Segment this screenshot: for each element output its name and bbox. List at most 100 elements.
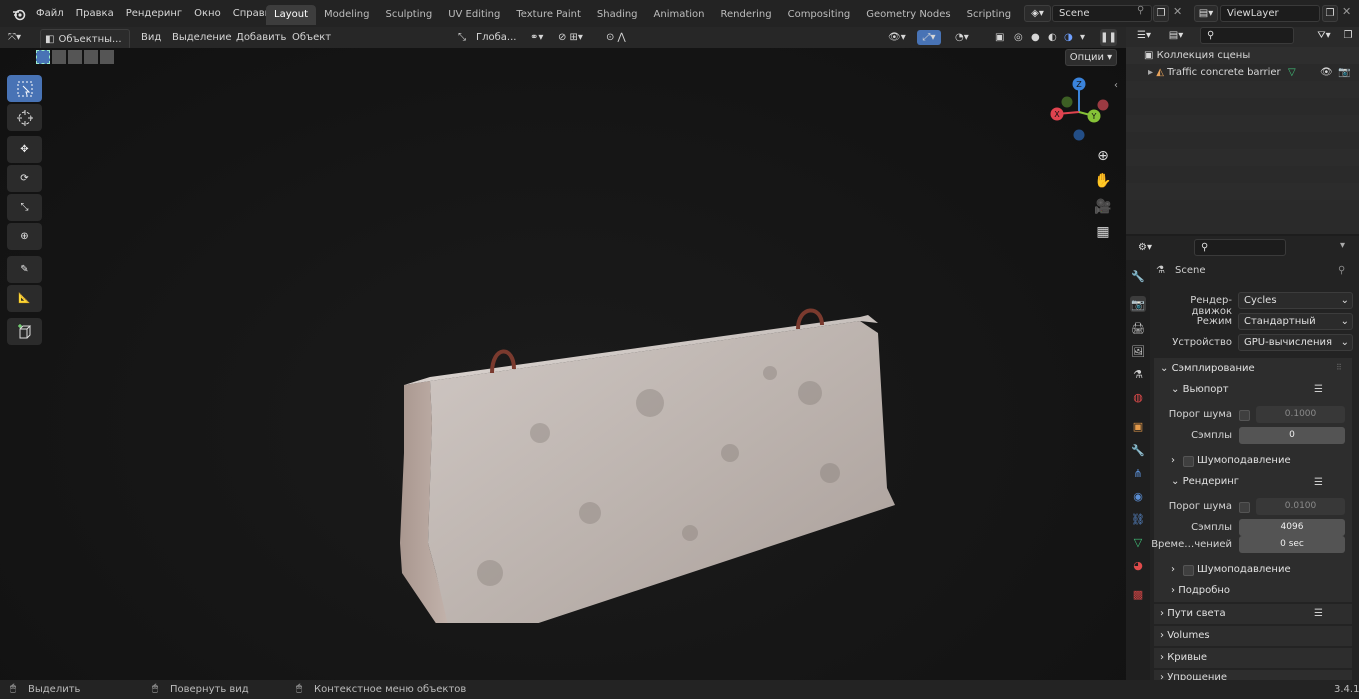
shading-material-icon[interactable]: ◐ (1048, 27, 1057, 48)
material-tab-icon[interactable]: ◕ (1130, 557, 1146, 573)
select-intersect-icon[interactable] (100, 50, 114, 64)
outliner-row-collection[interactable]: ▣ Коллекция сцены (1126, 47, 1359, 64)
list-icon[interactable]: ☰ (1314, 384, 1323, 395)
render-engine-dropdown[interactable]: Cycles ⌄ (1238, 292, 1353, 309)
pause-render-icon[interactable]: ❚❚ (1100, 29, 1117, 46)
select-new-icon[interactable] (36, 50, 50, 64)
blender-logo-icon[interactable] (8, 3, 30, 25)
expand-arrow-icon[interactable]: ▸ (1148, 67, 1153, 78)
transform-orientation-dropdown[interactable]: Глоба... (476, 27, 516, 48)
new-scene-icon[interactable]: ❐ (1153, 5, 1169, 22)
overlay-icon[interactable]: ◔▾ (955, 27, 969, 48)
light-paths-header[interactable]: › Пути света (1160, 604, 1226, 624)
scale-tool-icon[interactable]: ⤡ (7, 194, 42, 221)
select-subtract-icon[interactable] (68, 50, 82, 64)
viewlayer-field[interactable]: ViewLayer (1220, 5, 1320, 22)
curves-header[interactable]: › Кривые (1160, 648, 1207, 668)
texture-tab-icon[interactable]: ▩ (1130, 586, 1146, 602)
navigation-gizmo[interactable]: Z X Y (1045, 76, 1113, 144)
close-viewlayer-icon[interactable]: ✕ (1342, 5, 1351, 18)
simplify-panel[interactable]: › Упрощение (1154, 670, 1352, 680)
move-tool-icon[interactable]: ✥ (7, 136, 42, 163)
menu-window[interactable]: Окно (188, 8, 227, 19)
tab-texture-paint[interactable]: Texture Paint (508, 5, 589, 25)
viewport-denoise-subheader[interactable]: › (1171, 451, 1175, 471)
menu-view[interactable]: Вид (141, 27, 161, 48)
drag-handle-icon[interactable]: ⠿ (1336, 363, 1342, 372)
rotate-tool-icon[interactable]: ⟳ (7, 165, 42, 192)
physics-tab-icon[interactable]: ◉ (1130, 488, 1146, 504)
tab-compositing[interactable]: Compositing (780, 5, 859, 25)
menu-render[interactable]: Рендеринг (120, 8, 188, 19)
pin-icon[interactable]: ⚲ (1137, 5, 1144, 16)
menu-edit[interactable]: Правка (70, 8, 120, 19)
concrete-barrier-model[interactable] (390, 253, 910, 623)
device-dropdown[interactable]: GPU-вычисления ⌄ (1238, 334, 1353, 351)
measure-tool-icon[interactable]: 📐 (7, 285, 42, 312)
properties-search-input[interactable]: ⚲ (1194, 239, 1286, 256)
tab-geometry-nodes[interactable]: Geometry Nodes (858, 5, 958, 25)
outliner-row-object[interactable]: ▸ ◭ Traffic concrete barrier ▽ 👁 📷 (1126, 64, 1359, 81)
output-tab-icon[interactable]: 🖨 (1130, 320, 1146, 336)
render-tab-icon[interactable]: 📷 (1130, 296, 1146, 312)
scene-tab-icon[interactable]: ⚗ (1130, 366, 1146, 382)
viewport-noise-threshold-checkbox[interactable] (1239, 410, 1250, 421)
list-icon[interactable]: ☰ (1314, 477, 1323, 488)
menu-object[interactable]: Объект (292, 27, 331, 48)
constraints-tab-icon[interactable]: ⛓ (1130, 511, 1146, 527)
world-tab-icon[interactable]: ◍ (1130, 389, 1146, 405)
render-subheader[interactable]: ⌄ Рендеринг (1171, 472, 1239, 492)
render-camera-icon[interactable]: 📷 (1338, 64, 1350, 81)
snap-icon[interactable]: ⊘ ⊞▾ (558, 27, 583, 48)
particles-tab-icon[interactable]: ⋔ (1130, 465, 1146, 481)
view-layer-tab-icon[interactable]: 🖼 (1130, 343, 1146, 359)
mesh-data-icon[interactable]: ▽ (1288, 64, 1296, 81)
proportional-edit-icon[interactable]: ⊙ ⋀ (606, 27, 626, 48)
add-cube-tool-icon[interactable] (7, 318, 42, 345)
advanced-subheader[interactable]: › Подробно (1171, 581, 1230, 601)
list-icon[interactable]: ☰ (1314, 608, 1323, 619)
menu-file[interactable]: Файл (30, 8, 70, 19)
data-tab-icon[interactable]: ▽ (1130, 534, 1146, 550)
viewport-noise-threshold-field[interactable]: 0.1000 (1256, 406, 1345, 423)
perspective-grid-icon[interactable]: ▦ (1092, 221, 1114, 243)
mode-dropdown[interactable]: ◧ Объектны... (40, 29, 130, 50)
viewport-samples-field[interactable]: 0 (1239, 427, 1345, 444)
feature-mode-dropdown[interactable]: Стандартный ⌄ (1238, 313, 1353, 330)
camera-icon[interactable]: 🎥 (1092, 196, 1114, 218)
zoom-icon[interactable]: ⊕ (1092, 145, 1114, 167)
volumes-header[interactable]: › Volumes (1160, 626, 1210, 646)
outliner-search-input[interactable]: ⚲ (1200, 27, 1294, 44)
shading-solid-icon[interactable]: ● (1031, 27, 1040, 48)
time-limit-field[interactable]: 0 sec (1239, 536, 1345, 553)
select-invert-icon[interactable] (84, 50, 98, 64)
menu-add[interactable]: Добавить (236, 27, 286, 48)
render-noise-threshold-field[interactable]: 0.0100 (1256, 498, 1345, 515)
select-box-tool-icon[interactable] (7, 75, 42, 102)
properties-options-icon[interactable]: ▾ (1340, 240, 1345, 251)
visibility-icon[interactable]: 👁▾ (888, 27, 906, 48)
scene-type-icon[interactable]: ◈▾ (1024, 5, 1051, 22)
3d-viewport[interactable]: Опции ▾ ‹ ✥ ⟳ ⤡ ⊕ ✎ 📐 Z X Y ⊕ ✋ 🎥 ▦ (0, 48, 1126, 680)
render-denoise-subheader[interactable]: › (1171, 560, 1175, 580)
xray-icon[interactable]: ▣ (995, 27, 1004, 48)
properties-pin-icon[interactable]: ⚲ (1338, 265, 1345, 276)
object-tab-icon[interactable]: ▣ (1130, 418, 1146, 434)
select-extend-icon[interactable] (52, 50, 66, 64)
tab-layout[interactable]: Layout (266, 5, 316, 25)
transform-tool-icon[interactable]: ⊕ (7, 223, 42, 250)
viewport-denoise-checkbox[interactable] (1183, 456, 1194, 467)
shading-options-icon[interactable]: ▾ (1080, 27, 1085, 48)
sidebar-toggle-icon[interactable]: ‹ (1114, 80, 1118, 91)
editor-type-icon[interactable]: ⤧▾ (8, 27, 21, 48)
new-viewlayer-icon[interactable]: ❐ (1322, 5, 1338, 22)
tool-tab-icon[interactable]: 🔧 (1130, 268, 1146, 284)
menu-select[interactable]: Выделение (172, 27, 232, 48)
close-scene-icon[interactable]: ✕ (1173, 5, 1182, 18)
tab-modeling[interactable]: Modeling (316, 5, 378, 25)
tab-scripting[interactable]: Scripting (959, 5, 1019, 25)
transform-orientation-icon[interactable]: ⤡ (458, 27, 466, 48)
tab-animation[interactable]: Animation (646, 5, 713, 25)
render-samples-field[interactable]: 4096 (1239, 519, 1345, 536)
pan-hand-icon[interactable]: ✋ (1092, 170, 1114, 192)
